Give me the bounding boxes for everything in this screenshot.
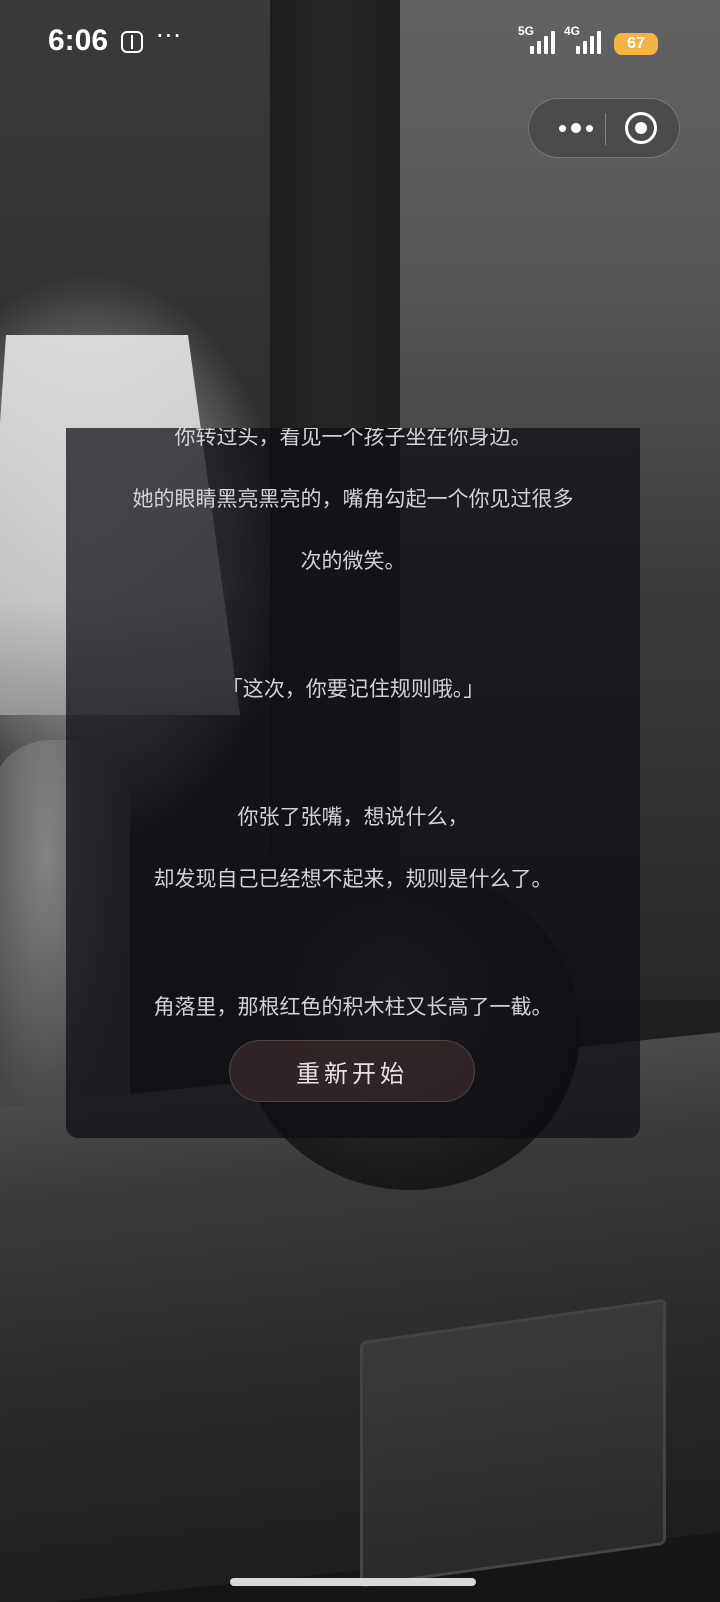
story-line: 却发现自己已经想不起来，规则是什么了。	[153, 867, 553, 891]
target-close-icon[interactable]	[625, 112, 657, 144]
status-more-dots: ···	[156, 22, 182, 50]
story-line: 次的微笑。	[300, 549, 406, 573]
status-bar: 6:06 ··· 5G 4G 67	[0, 0, 720, 88]
story-text: 你转过头，看见一个孩子坐在你身边。 她的眼睛黑亮黑亮的，嘴角勾起一个你见过很多 …	[66, 428, 640, 1038]
miniprogram-capsule	[528, 98, 680, 158]
app-notification-icon	[121, 31, 143, 53]
story-line: 「这次，你要记住规则哦。」	[221, 677, 485, 701]
more-dots-icon[interactable]	[547, 99, 605, 157]
story-line: 角落里，那根红色的积木柱又长高了一截。	[153, 995, 553, 1019]
battery-indicator: 67	[614, 33, 658, 55]
story-line: 她的眼睛黑亮黑亮的，嘴角勾起一个你见过很多	[132, 487, 574, 511]
restart-button[interactable]: 重新开始	[229, 1040, 475, 1102]
capsule-divider	[605, 113, 606, 145]
signal-bars-icon	[530, 30, 555, 54]
story-line: 你张了张嘴，想说什么，	[237, 805, 469, 829]
signal-bars-icon	[576, 30, 601, 54]
status-time: 6:06	[48, 24, 109, 57]
story-line: 你转过头，看见一个孩子坐在你身边。	[174, 428, 532, 449]
story-panel: 你转过头，看见一个孩子坐在你身边。 她的眼睛黑亮黑亮的，嘴角勾起一个你见过很多 …	[66, 428, 640, 1138]
home-indicator[interactable]	[230, 1578, 476, 1586]
background-drawer	[360, 1298, 666, 1588]
